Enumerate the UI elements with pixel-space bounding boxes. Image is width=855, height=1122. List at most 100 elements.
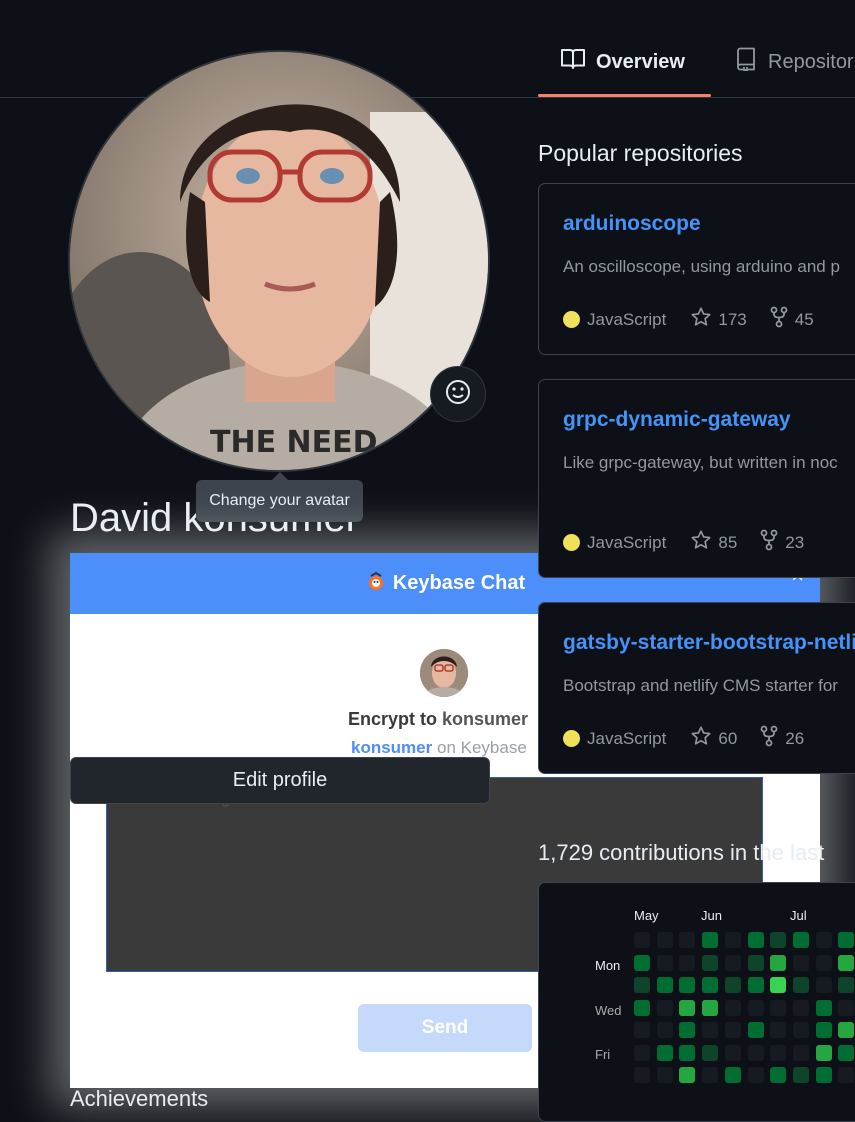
contribution-cell[interactable] (770, 999, 787, 1016)
repo-stars[interactable]: 60 (690, 725, 737, 752)
contribution-cell[interactable] (656, 932, 673, 948)
tab-overview[interactable]: Overview (560, 40, 685, 84)
contribution-cell[interactable] (792, 954, 809, 971)
contribution-cell[interactable] (792, 1067, 809, 1083)
tab-repositories[interactable]: Repositor (734, 40, 854, 84)
contribution-cell[interactable] (815, 1044, 832, 1061)
contribution-cell[interactable] (815, 999, 832, 1016)
contribution-cell[interactable] (815, 954, 832, 971)
repo-description: An oscilloscope, using arduino and p (563, 257, 840, 276)
repo-forks[interactable]: 23 (759, 529, 804, 556)
contribution-cell[interactable] (838, 999, 855, 1016)
contribution-cell[interactable] (815, 932, 832, 948)
repo-link[interactable]: arduinoscope (563, 212, 701, 236)
contribution-cell[interactable] (702, 999, 719, 1016)
repo-forks[interactable]: 26 (759, 725, 804, 752)
contribution-cell[interactable] (679, 954, 696, 971)
contribution-cell[interactable] (770, 1044, 787, 1061)
contribution-cell[interactable] (702, 954, 719, 971)
contribution-cell[interactable] (679, 932, 696, 948)
repo-link[interactable]: gatsby-starter-bootstrap-netlif (563, 631, 855, 655)
contribution-cell[interactable] (747, 954, 764, 971)
set-status-button[interactable] (430, 366, 486, 422)
contribution-cell[interactable] (770, 977, 787, 993)
book-icon (560, 47, 586, 77)
contribution-cell[interactable] (656, 1044, 673, 1061)
contribution-cell[interactable] (792, 1044, 809, 1061)
contribution-cell[interactable] (724, 1022, 741, 1038)
repo-icon (734, 47, 758, 77)
send-button[interactable]: Send (358, 1004, 532, 1052)
contribution-cell[interactable] (838, 1022, 855, 1038)
contribution-cell[interactable] (634, 999, 650, 1016)
contribution-cell[interactable] (724, 1067, 741, 1083)
star-icon (690, 529, 712, 556)
contribution-cell[interactable] (702, 1067, 719, 1083)
tab-overview-label: Overview (596, 50, 685, 73)
contribution-cell[interactable] (634, 932, 650, 948)
contribution-cell[interactable] (747, 1022, 764, 1038)
contribution-cell[interactable] (656, 1067, 673, 1083)
contribution-cell[interactable] (724, 1044, 741, 1061)
keybase-user-line: konsumer on Keybase (351, 738, 527, 758)
repo-link[interactable]: grpc-dynamic-gateway (563, 408, 791, 432)
contribution-cell[interactable] (634, 1022, 650, 1038)
contribution-cell[interactable] (792, 977, 809, 993)
contribution-cell[interactable] (747, 932, 764, 948)
contribution-cell[interactable] (747, 999, 764, 1016)
contribution-cell[interactable] (634, 1067, 650, 1083)
contribution-cell[interactable] (679, 1044, 696, 1061)
contribution-cell[interactable] (838, 932, 855, 948)
contribution-cell[interactable] (792, 999, 809, 1016)
contribution-cell[interactable] (770, 1067, 787, 1083)
contribution-cell[interactable] (656, 977, 673, 993)
contribution-cell[interactable] (747, 1067, 764, 1083)
contribution-cell[interactable] (656, 954, 673, 971)
contribution-cell[interactable] (838, 1067, 855, 1083)
repo-stars[interactable]: 85 (690, 529, 737, 556)
contribution-cell[interactable] (702, 977, 719, 993)
repo-forks[interactable]: 45 (769, 306, 814, 333)
contribution-cell[interactable] (838, 954, 855, 971)
contribution-cell[interactable] (747, 1044, 764, 1061)
contribution-cell[interactable] (724, 999, 741, 1016)
contribution-cell[interactable] (679, 977, 696, 993)
contribution-cell[interactable] (838, 977, 855, 993)
contribution-cell[interactable] (770, 932, 787, 948)
contribution-cell[interactable] (724, 932, 741, 948)
repo-stars[interactable]: 173 (690, 306, 747, 333)
contribution-cell[interactable] (656, 1022, 673, 1038)
contribution-cell[interactable] (724, 977, 741, 993)
contribution-cell[interactable] (634, 954, 650, 971)
contribution-cell[interactable] (656, 999, 673, 1016)
contribution-cell[interactable] (838, 1044, 855, 1061)
encrypt-to-label: Encrypt to konsumer (348, 709, 528, 730)
contribution-cell[interactable] (702, 932, 719, 948)
keybase-user-link[interactable]: konsumer (351, 738, 432, 757)
contribution-cell[interactable] (815, 1022, 832, 1038)
contribution-cell[interactable] (792, 932, 809, 948)
contribution-cell[interactable] (792, 1022, 809, 1038)
contribution-cell[interactable] (815, 1067, 832, 1083)
encrypt-prefix: Encrypt to (348, 709, 438, 729)
contribution-cell[interactable] (724, 954, 741, 971)
language-color-dot (563, 311, 580, 328)
contribution-cell[interactable] (679, 999, 696, 1016)
popular-repositories-heading: Popular repositories (538, 140, 743, 166)
achievements-heading: Achievements (70, 1086, 209, 1111)
contribution-cell[interactable] (770, 1022, 787, 1038)
contribution-cell[interactable] (747, 977, 764, 993)
contribution-cell[interactable] (634, 1044, 650, 1061)
contribution-cell[interactable] (679, 1067, 696, 1083)
contribution-cell[interactable] (702, 1022, 719, 1038)
repo-language: JavaScript (587, 532, 667, 552)
contribution-cell[interactable] (702, 1044, 719, 1061)
edit-profile-button[interactable]: Edit profile (70, 757, 490, 804)
contribution-cell[interactable] (679, 1022, 696, 1038)
avatar[interactable]: THE NEED (68, 50, 490, 472)
contribution-cell[interactable] (815, 977, 832, 993)
star-count: 173 (718, 309, 747, 329)
contribution-cell[interactable] (634, 977, 650, 993)
contribution-cell[interactable] (770, 954, 787, 971)
tab-repositories-label: Repositor (768, 50, 854, 73)
